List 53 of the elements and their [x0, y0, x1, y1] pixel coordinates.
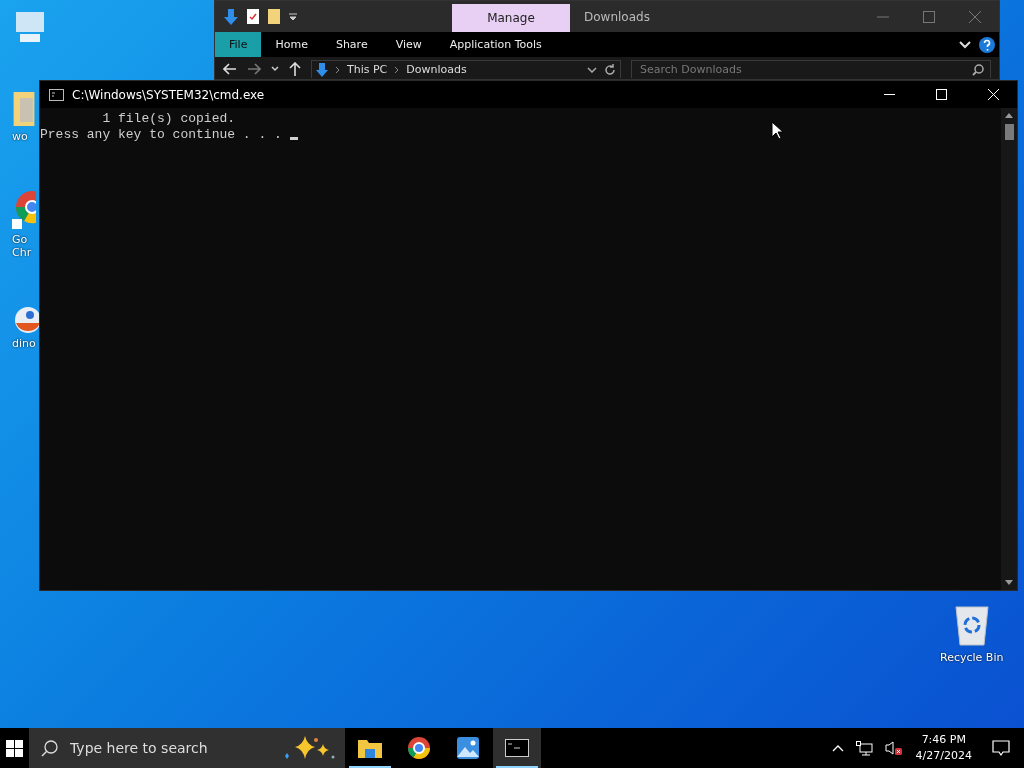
picture-icon [457, 737, 479, 759]
search-icon [972, 63, 984, 76]
network-icon[interactable] [855, 740, 873, 756]
scrollbar-thumb[interactable] [1004, 124, 1014, 140]
back-arrow-icon[interactable] [223, 63, 237, 75]
windows-logo-icon[interactable] [6, 739, 23, 757]
chevron-right-icon [394, 65, 400, 74]
forward-arrow-icon[interactable] [247, 63, 261, 75]
folder-icon [358, 738, 382, 758]
search-bar[interactable]: Type here to search [29, 728, 345, 768]
download-arrow-icon[interactable] [224, 8, 238, 25]
muted-speaker-icon[interactable] [884, 740, 902, 756]
chevron-up-icon[interactable] [831, 744, 844, 752]
console-line: 1 file(s) copied. [101, 111, 236, 126]
clock-date[interactable]: 4/27/2024 [915, 748, 972, 764]
scroll-up-icon[interactable] [1005, 112, 1013, 118]
scroll-down-icon[interactable] [1005, 580, 1013, 586]
chevron-right-icon [335, 65, 340, 74]
breadcrumb-item[interactable]: Downloads [406, 63, 467, 76]
ribbon-tab[interactable]: Share [321, 32, 382, 57]
manage-tab[interactable]: Manage [452, 4, 570, 32]
text-cursor [289, 137, 298, 140]
up-arrow-icon[interactable] [289, 62, 301, 76]
chevron-down-icon[interactable] [587, 66, 597, 73]
download-arrow-icon [316, 62, 328, 77]
ribbon-tab[interactable]: File [215, 32, 262, 57]
console-line: Press any key to continue . . . [40, 127, 283, 142]
chevron-down-icon[interactable] [271, 66, 279, 72]
ribbon-tab[interactable]: Application Tools [435, 32, 556, 57]
refresh-icon[interactable] [604, 63, 616, 76]
window-title: C:\Windows\SYSTEM32\cmd.exe [72, 87, 265, 102]
mouse-pointer-icon [771, 121, 783, 140]
window-title: Downloads [584, 9, 650, 24]
search-icon [41, 739, 58, 757]
properties-icon[interactable] [247, 9, 259, 24]
scrollbar[interactable] [1001, 108, 1017, 590]
breadcrumb-item[interactable]: This PC [347, 63, 388, 76]
taskbar-app[interactable] [493, 728, 541, 768]
browser-icon [407, 736, 431, 760]
search-bar[interactable]: Search Downloads [631, 60, 991, 78]
terminal-icon [49, 88, 64, 101]
search-input[interactable]: Search Downloads [638, 62, 972, 77]
dropdown-icon[interactable] [289, 12, 297, 21]
address-bar[interactable]: This PC Downloads [311, 60, 621, 78]
terminal-icon [505, 739, 529, 757]
ribbon-tab[interactable]: Home [261, 32, 322, 57]
recycle-bin-label[interactable]: Recycle Bin [940, 651, 1004, 664]
help-icon[interactable] [979, 36, 995, 53]
notification-icon[interactable] [992, 739, 1010, 757]
ribbon-tab[interactable]: View [381, 32, 436, 57]
search-input[interactable]: Type here to search [68, 739, 269, 757]
globe-icon[interactable] [12, 305, 40, 335]
clock-time[interactable]: 7:46 PM [921, 732, 966, 748]
